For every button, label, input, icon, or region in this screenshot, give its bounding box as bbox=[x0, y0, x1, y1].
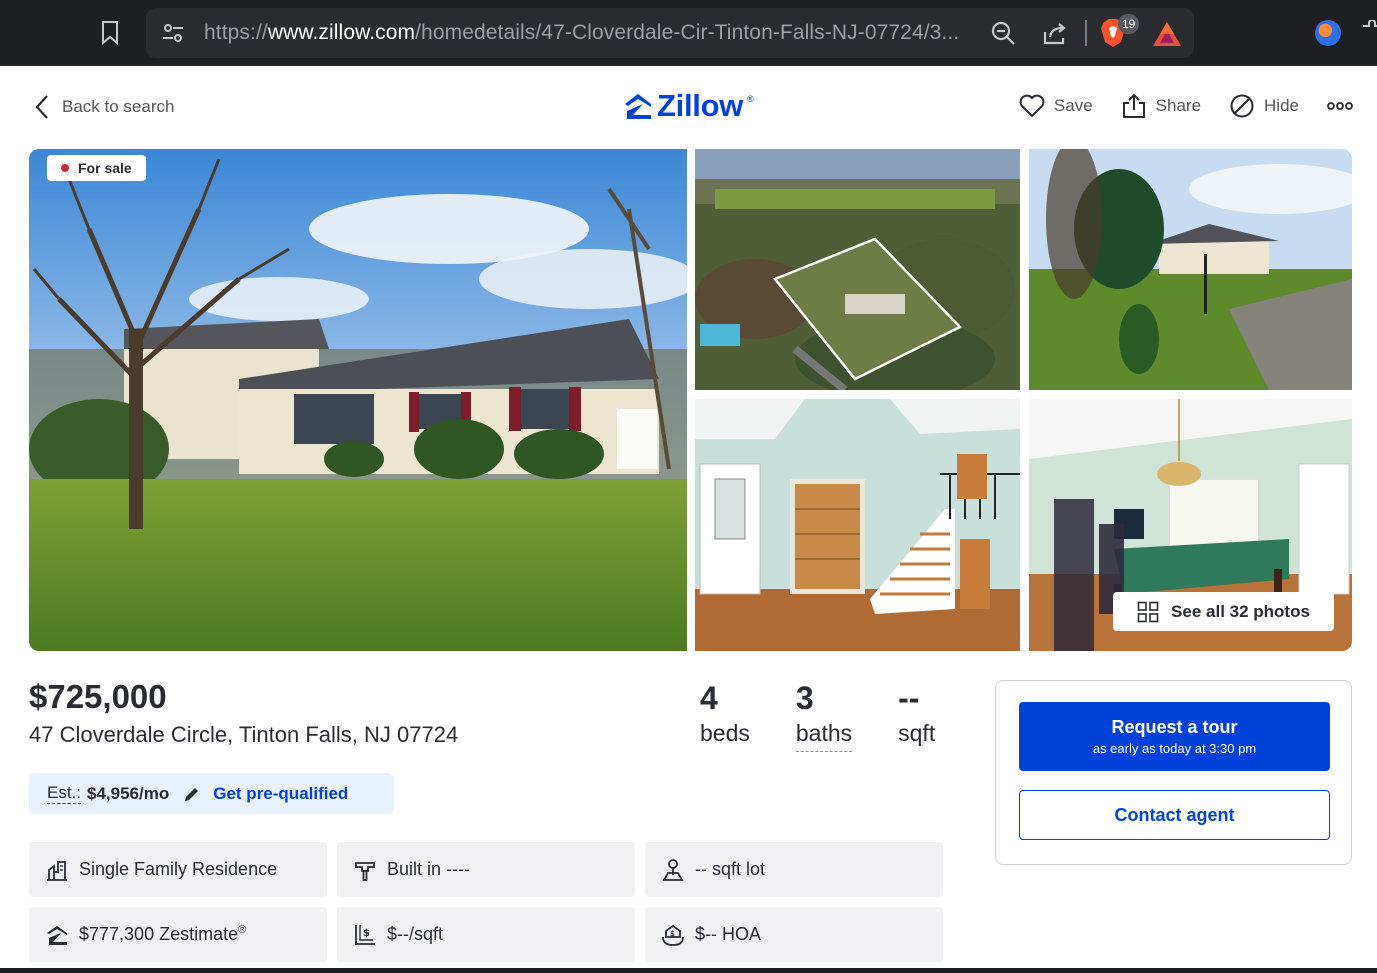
window-bottom-edge bbox=[0, 968, 1377, 973]
lot-icon bbox=[662, 858, 684, 881]
aerial-photo[interactable] bbox=[695, 149, 1020, 390]
request-tour-label: Request a tour bbox=[1111, 717, 1238, 737]
zoom-icon[interactable] bbox=[990, 20, 1016, 46]
fact-label: Built in ---- bbox=[387, 859, 471, 879]
contact-card: Request a tour as early as today at 3:30… bbox=[995, 680, 1352, 865]
extensions-puzzle-icon[interactable] bbox=[1359, 20, 1377, 46]
sqft-stat: -- sqft bbox=[898, 680, 935, 752]
more-icon bbox=[1327, 102, 1353, 110]
hide-icon bbox=[1230, 94, 1254, 118]
baths-label[interactable]: baths bbox=[795, 716, 853, 752]
aerial-view-image bbox=[695, 149, 1020, 390]
browser-extension-icon[interactable] bbox=[1315, 20, 1341, 46]
rewards-triangle-icon[interactable] bbox=[1152, 20, 1182, 48]
share-page-icon[interactable] bbox=[1042, 20, 1068, 46]
hoa-icon: $ bbox=[662, 924, 684, 946]
home-stats: 4 beds 3 baths -- sqft bbox=[700, 680, 935, 752]
shields-count-badge: 19 bbox=[1118, 14, 1140, 34]
svg-text:$: $ bbox=[363, 928, 370, 939]
estimated-payment-bar: Est.: $4,956/mo Get pre-qualified bbox=[29, 773, 394, 814]
share-label: Share bbox=[1155, 96, 1202, 115]
zillow-logo-icon bbox=[625, 94, 651, 119]
bookmark-icon[interactable] bbox=[98, 20, 122, 46]
request-tour-button[interactable]: Request a tour as early as today at 3:30… bbox=[1019, 702, 1330, 771]
save-button[interactable]: Save bbox=[1019, 94, 1093, 118]
listing-actions: Save Share Hide bbox=[1019, 90, 1353, 122]
house-exterior-image bbox=[29, 149, 687, 651]
save-label: Save bbox=[1053, 96, 1093, 115]
fact-year-built: Built in ---- bbox=[337, 842, 635, 897]
back-label: Back to search bbox=[62, 97, 175, 116]
fact-home-type: Single Family Residence bbox=[29, 842, 327, 897]
foyer-photo[interactable] bbox=[695, 399, 1020, 651]
price-per-sqft-icon: $ bbox=[355, 924, 375, 945]
baths-count: 3 bbox=[795, 680, 814, 716]
for-sale-badge: For sale bbox=[47, 155, 146, 181]
fact-label: -- sqft lot bbox=[695, 859, 766, 879]
beds-stat: 4 beds bbox=[700, 680, 750, 752]
heart-icon bbox=[1019, 94, 1045, 118]
house-type-icon bbox=[47, 860, 67, 881]
est-label[interactable]: Est.: bbox=[47, 783, 82, 804]
logo-trademark: ® bbox=[747, 94, 754, 104]
listing-price: $725,000 bbox=[29, 678, 167, 715]
sqft-label: sqft bbox=[898, 720, 936, 746]
hammer-icon bbox=[355, 861, 375, 881]
hide-label: Hide bbox=[1264, 96, 1299, 115]
zestimate-icon bbox=[47, 925, 67, 945]
status-dot bbox=[61, 164, 69, 172]
browser-toolbar: https://www.zillow.com/homedetails/47-Cl… bbox=[0, 0, 1377, 66]
contact-agent-button[interactable]: Contact agent bbox=[1019, 790, 1330, 840]
listing-address: 47 Cloverdale Circle, Tinton Falls, NJ 0… bbox=[29, 722, 459, 747]
request-tour-subtext: as early as today at 3:30 pm bbox=[1092, 741, 1257, 756]
main-listing-photo[interactable] bbox=[29, 149, 687, 651]
get-pre-qualified-link[interactable]: Get pre-qualified bbox=[213, 784, 348, 804]
zillow-logo[interactable]: Zillow ® bbox=[623, 86, 754, 126]
share-icon bbox=[1122, 93, 1145, 118]
logo-text: Zillow bbox=[657, 88, 744, 123]
svg-text:$: $ bbox=[670, 930, 675, 938]
beds-count: 4 bbox=[700, 680, 718, 716]
address-bar[interactable]: https://www.zillow.com/homedetails/47-Cl… bbox=[146, 8, 1194, 58]
foyer-interior-image bbox=[695, 399, 1020, 651]
fact-label: $--/sqft bbox=[387, 924, 444, 944]
sqft-value: -- bbox=[898, 680, 920, 716]
url-text[interactable]: https://www.zillow.com/homedetails/47-Cl… bbox=[204, 21, 959, 45]
chevron-left-icon bbox=[35, 95, 48, 119]
fact-price-per-sqft: $ $--/sqft bbox=[337, 907, 635, 962]
back-to-search-link[interactable]: Back to search bbox=[34, 92, 174, 122]
fact-zestimate[interactable]: $777,300 Zestimate® bbox=[29, 907, 327, 962]
site-settings-icon[interactable] bbox=[162, 22, 184, 44]
baths-stat[interactable]: 3 baths bbox=[795, 680, 853, 752]
share-button[interactable]: Share bbox=[1121, 93, 1201, 119]
front-yard-image bbox=[1029, 149, 1352, 390]
fact-hoa: $ $-- HOA bbox=[645, 907, 943, 962]
fact-label: $777,300 Zestimate® bbox=[79, 924, 247, 944]
est-monthly-value: $4,956/mo bbox=[87, 783, 170, 803]
more-options-button[interactable] bbox=[1327, 101, 1353, 111]
pencil-icon[interactable] bbox=[183, 785, 201, 803]
fact-label: Single Family Residence bbox=[79, 859, 278, 879]
facts-grid: Single Family Residence Built in ---- --… bbox=[29, 842, 943, 962]
status-label: For sale bbox=[78, 160, 132, 176]
see-all-label: See all 32 photos bbox=[1171, 601, 1310, 621]
see-all-photos-button[interactable]: See all 32 photos bbox=[1113, 592, 1334, 631]
fact-lot-size: -- sqft lot bbox=[645, 842, 943, 897]
toolbar-divider bbox=[1085, 20, 1087, 46]
grid-icon bbox=[1137, 601, 1159, 622]
hide-button[interactable]: Hide bbox=[1229, 93, 1299, 119]
fact-label: $-- HOA bbox=[695, 924, 762, 944]
beds-label: beds bbox=[700, 720, 750, 746]
front-yard-photo[interactable] bbox=[1029, 149, 1352, 390]
